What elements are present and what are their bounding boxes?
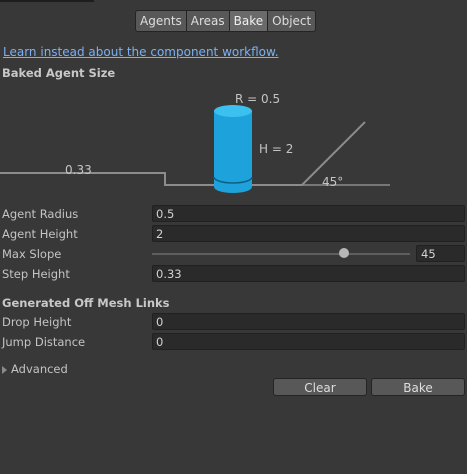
agent-cylinder-body xyxy=(214,111,252,187)
jump-distance-label: Jump Distance xyxy=(2,335,86,349)
agent-radius-label: Agent Radius xyxy=(2,207,79,221)
window-top-border xyxy=(0,0,94,2)
step-height-row: Step Height 0.33 xyxy=(0,265,467,283)
tab-areas[interactable]: Areas xyxy=(186,10,230,32)
agent-radius-row: Agent Radius 0.5 xyxy=(0,205,467,223)
agent-size-diagram: R = 0.5 H = 2 0.33 45° xyxy=(0,92,390,193)
agent-radius-field[interactable]: 0.5 xyxy=(152,205,465,222)
jump-distance-field[interactable]: 0 xyxy=(152,333,465,350)
navigation-tabs: Agents Areas Bake Object xyxy=(135,10,317,32)
max-slope-field[interactable]: 45 xyxy=(416,245,465,262)
bake-button[interactable]: Bake xyxy=(371,378,465,396)
height-label: H = 2 xyxy=(259,142,293,156)
agent-cylinder-top xyxy=(214,105,252,117)
max-slope-slider-thumb[interactable] xyxy=(339,248,349,258)
jump-distance-row: Jump Distance 0 xyxy=(0,333,467,351)
max-slope-label: Max Slope xyxy=(2,247,62,261)
agent-height-field[interactable]: 2 xyxy=(152,225,465,242)
advanced-label: Advanced xyxy=(11,362,68,376)
advanced-foldout[interactable]: Advanced xyxy=(2,362,68,376)
step-height-field[interactable]: 0.33 xyxy=(152,265,465,282)
drop-height-field[interactable]: 0 xyxy=(152,313,465,330)
max-slope-row: Max Slope 45 xyxy=(0,245,467,263)
agent-height-label: Agent Height xyxy=(2,227,78,241)
tab-object[interactable]: Object xyxy=(268,10,317,32)
component-workflow-link[interactable]: Learn instead about the component workfl… xyxy=(3,45,279,59)
slope-angle-label: 45° xyxy=(322,175,343,189)
foldout-arrow-icon xyxy=(2,365,7,374)
drop-height-label: Drop Height xyxy=(2,315,72,329)
baked-agent-size-heading: Baked Agent Size xyxy=(2,66,116,80)
drop-height-row: Drop Height 0 xyxy=(0,313,467,331)
step-height-label: 0.33 xyxy=(65,163,92,177)
step-outline xyxy=(0,121,366,186)
max-slope-slider[interactable] xyxy=(152,253,410,255)
agent-height-row: Agent Height 2 xyxy=(0,225,467,243)
radius-label: R = 0.5 xyxy=(235,92,280,106)
clear-button[interactable]: Clear xyxy=(273,378,367,396)
tab-agents[interactable]: Agents xyxy=(135,10,187,32)
step-height-label: Step Height xyxy=(2,267,70,281)
tab-bake[interactable]: Bake xyxy=(229,10,269,32)
off-mesh-links-heading: Generated Off Mesh Links xyxy=(2,296,170,310)
